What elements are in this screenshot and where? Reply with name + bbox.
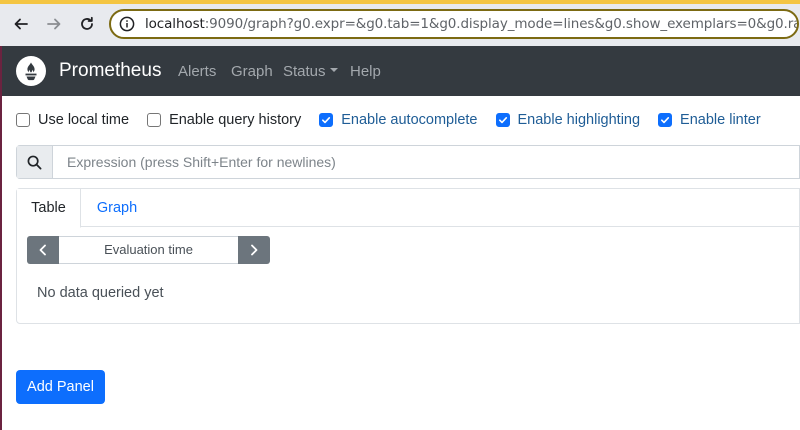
nav-link-alerts[interactable]: Alerts [178,63,216,80]
next-time-button[interactable] [238,236,271,264]
flame-icon [25,62,37,81]
option-enable-autocomplete[interactable]: Enable autocomplete [319,112,478,128]
expression-input[interactable] [53,146,799,178]
option-use-local-time[interactable]: Use local time [16,112,129,128]
query-options: Use local time Enable query history Enab… [16,110,779,130]
checkbox-checked[interactable] [658,113,673,127]
prometheus-logo-icon[interactable] [16,56,46,86]
checkbox-checked[interactable] [319,113,334,127]
option-label: Use local time [38,112,130,128]
evaluation-time-control: Evaluation time [27,236,271,264]
url-path: :9090/graph?g0.expr=&g0.tab=1&g0.display… [204,16,799,32]
evaluation-time-input[interactable]: Evaluation time [58,236,239,264]
brand-title[interactable]: Prometheus [59,60,161,82]
navbar: Prometheus Alerts Graph Status Help [2,46,800,96]
option-enable-query-history[interactable]: Enable query history [147,112,301,128]
browser-accent-strip [0,0,800,4]
panel-tabs: Table Graph [17,189,800,228]
reload-button[interactable] [76,13,98,35]
arrow-right-icon [47,18,61,30]
browser-toolbar: localhost:9090/graph?g0.expr=&g0.tab=1&g… [0,0,800,46]
previous-time-button[interactable] [27,236,59,264]
nav-link-help[interactable]: Help [350,63,381,80]
chevron-right-icon [251,244,258,256]
expression-bar [16,145,800,179]
checkbox-unchecked[interactable] [16,113,30,127]
checkbox-checked[interactable] [495,113,510,127]
option-label: Enable query history [169,112,302,128]
chevron-left-icon [39,244,46,256]
arrow-left-icon [14,18,28,30]
reload-icon [81,16,93,30]
url-host: localhost [145,16,205,32]
checkmark-icon [498,117,507,124]
option-label: Enable autocomplete [341,112,478,128]
nav-link-status-label: Status [283,63,326,80]
caret-down-icon [329,68,338,73]
checkbox-unchecked[interactable] [147,113,162,127]
nav-link-graph[interactable]: Graph [231,63,273,80]
url-text: localhost:9090/graph?g0.expr=&g0.tab=1&g… [145,16,799,32]
desktop-edge [0,46,2,430]
option-enable-linter[interactable]: Enable linter [658,112,761,128]
option-label: Enable linter [680,112,761,128]
address-bar[interactable]: localhost:9090/graph?g0.expr=&g0.tab=1&g… [109,9,799,39]
option-enable-highlighting[interactable]: Enable highlighting [495,112,641,128]
back-button[interactable] [10,13,32,35]
search-icon [17,146,53,178]
tab-table[interactable]: Table [17,189,81,228]
query-panel: Table Graph Evaluation time No data quer… [16,188,800,324]
site-info-icon[interactable] [119,16,135,32]
empty-state-message: No data queried yet [37,285,164,301]
add-panel-button[interactable]: Add Panel [16,370,105,404]
nav-link-status[interactable]: Status [283,63,338,80]
tab-graph[interactable]: Graph [87,189,147,227]
option-label: Enable highlighting [517,112,641,128]
checkmark-icon [661,117,670,124]
forward-button[interactable] [43,13,65,35]
checkmark-icon [322,117,331,124]
